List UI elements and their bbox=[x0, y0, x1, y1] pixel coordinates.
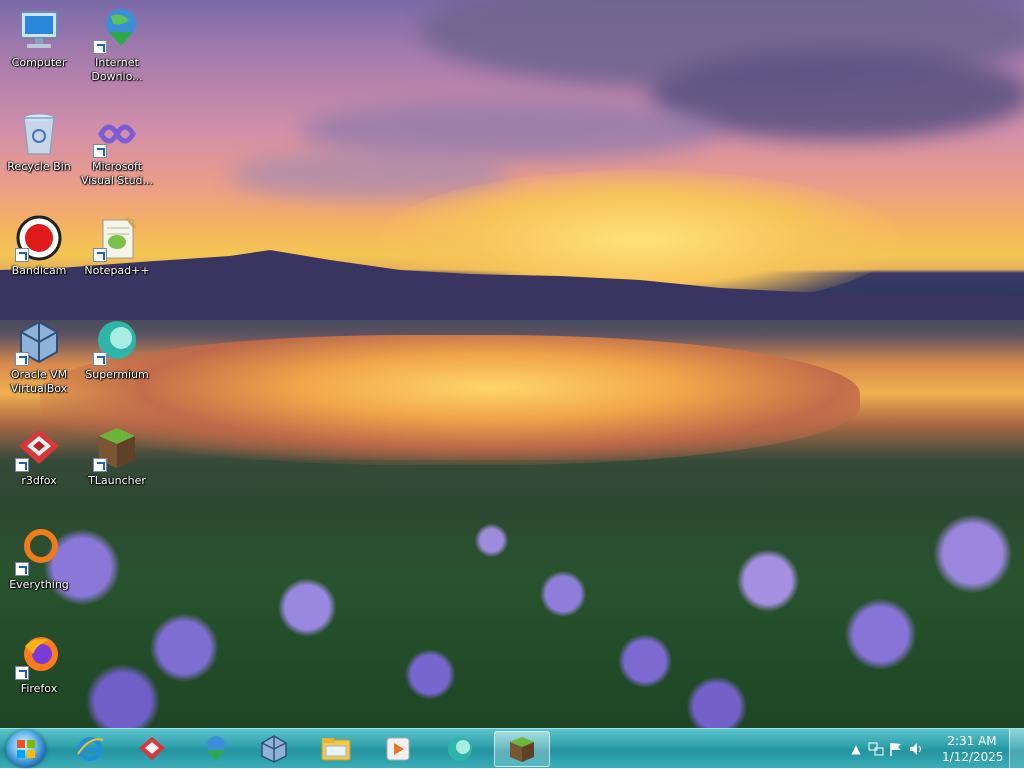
desktop-icon-label: Supermium bbox=[85, 368, 149, 381]
desktop-icon-label: Bandicam bbox=[11, 264, 67, 277]
show-desktop-button[interactable] bbox=[1009, 729, 1024, 769]
virtualbox-icon bbox=[15, 318, 63, 366]
show-hidden-icons-chevron-up-icon[interactable]: ▲ bbox=[848, 741, 864, 757]
desktop-icon-visual-studio[interactable]: Microsoft Visual Stud... bbox=[79, 110, 155, 188]
firefox-icon bbox=[15, 632, 63, 680]
shortcut-arrow-icon bbox=[93, 458, 107, 472]
tlauncher-icon bbox=[510, 737, 534, 762]
taskbar-internet-download-manager[interactable] bbox=[186, 731, 242, 767]
desktop-icon-label: TLauncher bbox=[88, 474, 146, 487]
desktop-icon-label: Internet Downlo... bbox=[91, 56, 143, 83]
desktop-icon-label: Firefox bbox=[20, 682, 58, 695]
desktop-icon-bandicam[interactable]: Bandicam bbox=[1, 214, 77, 278]
network-icon[interactable] bbox=[868, 741, 884, 757]
shortcut-arrow-icon bbox=[15, 562, 29, 576]
desktop-icon-label: Microsoft Visual Stud... bbox=[80, 160, 154, 187]
computer-icon bbox=[15, 6, 63, 54]
supermium-icon bbox=[93, 318, 141, 366]
desktop-icon-label: Computer bbox=[11, 56, 67, 69]
shortcut-arrow-icon bbox=[15, 458, 29, 472]
internet-download-manager-icon bbox=[93, 6, 141, 54]
taskbar-virtualbox[interactable] bbox=[246, 731, 302, 767]
internet-explorer-icon bbox=[77, 737, 104, 761]
windows-logo-icon bbox=[17, 740, 35, 758]
file-explorer-icon bbox=[321, 738, 351, 761]
desktop-icon-computer[interactable]: Computer bbox=[1, 6, 77, 70]
taskbar-internet-explorer[interactable] bbox=[62, 731, 118, 767]
bandicam-icon bbox=[15, 214, 63, 262]
taskbar-clock[interactable]: 2:31 AM 1/12/2025 bbox=[942, 733, 1004, 765]
shortcut-arrow-icon bbox=[93, 352, 107, 366]
taskbar-supermium[interactable] bbox=[432, 731, 488, 767]
virtualbox-icon bbox=[261, 735, 287, 763]
start-button[interactable] bbox=[6, 730, 46, 768]
shortcut-arrow-icon bbox=[93, 40, 107, 54]
desktop-icon-label: Notepad++ bbox=[84, 264, 150, 277]
shortcut-arrow-icon bbox=[15, 666, 29, 680]
r3dfox-icon bbox=[15, 424, 63, 472]
everything-search-icon bbox=[15, 528, 63, 576]
desktop-icon-recycle-bin[interactable]: Recycle Bin bbox=[1, 110, 77, 174]
taskbar-media-player[interactable] bbox=[370, 731, 426, 767]
desktop-wallpaper[interactable]: Computer Internet Downlo... Recycle Bin bbox=[0, 0, 1024, 728]
taskbar: ▲ 2:31 AM 1/12/2025 bbox=[0, 728, 1024, 769]
desktop-icon-label: Oracle VM VirtualBox bbox=[10, 368, 68, 395]
desktop-icon-virtualbox[interactable]: Oracle VM VirtualBox bbox=[1, 318, 77, 396]
taskbar-tlauncher[interactable] bbox=[494, 731, 550, 767]
shortcut-arrow-icon bbox=[93, 144, 107, 158]
volume-icon[interactable] bbox=[908, 741, 924, 757]
shortcut-arrow-icon bbox=[93, 248, 107, 262]
desktop-icon-label: r3dfox bbox=[21, 474, 57, 487]
desktop-icon-tlauncher[interactable]: TLauncher bbox=[79, 424, 155, 488]
desktop-icon-label: Everything bbox=[9, 578, 69, 591]
shortcut-arrow-icon bbox=[15, 248, 29, 262]
visual-studio-icon bbox=[93, 110, 141, 158]
system-tray: ▲ 2:31 AM 1/12/2025 bbox=[834, 729, 1024, 769]
desktop-icon-firefox[interactable]: Firefox bbox=[1, 632, 77, 696]
desktop-icon-r3dfox[interactable]: r3dfox bbox=[1, 424, 77, 488]
desktop-icon-supermium[interactable]: Supermium bbox=[79, 318, 155, 382]
wallpaper-lake bbox=[40, 335, 860, 465]
tlauncher-icon bbox=[93, 424, 141, 472]
internet-download-manager-icon bbox=[207, 736, 225, 761]
desktop-icon-everything[interactable]: Everything bbox=[1, 528, 77, 592]
action-center-flag-icon[interactable] bbox=[888, 741, 904, 757]
desktop-icon-label: Recycle Bin bbox=[7, 160, 71, 173]
taskbar-file-explorer[interactable] bbox=[308, 731, 364, 767]
r3dfox-icon bbox=[139, 737, 165, 760]
taskbar-r3dfox[interactable] bbox=[124, 731, 180, 767]
desktop-icon-notepad-plus-plus[interactable]: Notepad++ bbox=[79, 214, 155, 278]
desktop-icon-internet-download-manager[interactable]: Internet Downlo... bbox=[79, 6, 155, 84]
recycle-bin-icon bbox=[15, 110, 63, 158]
wallpaper-flowers bbox=[0, 460, 1024, 728]
clock-time: 2:31 AM bbox=[947, 734, 997, 748]
supermium-icon bbox=[448, 737, 472, 761]
shortcut-arrow-icon bbox=[15, 352, 29, 366]
notepad-plus-plus-icon bbox=[93, 214, 141, 262]
media-player-icon bbox=[386, 737, 410, 761]
clock-date: 1/12/2025 bbox=[942, 750, 1004, 764]
